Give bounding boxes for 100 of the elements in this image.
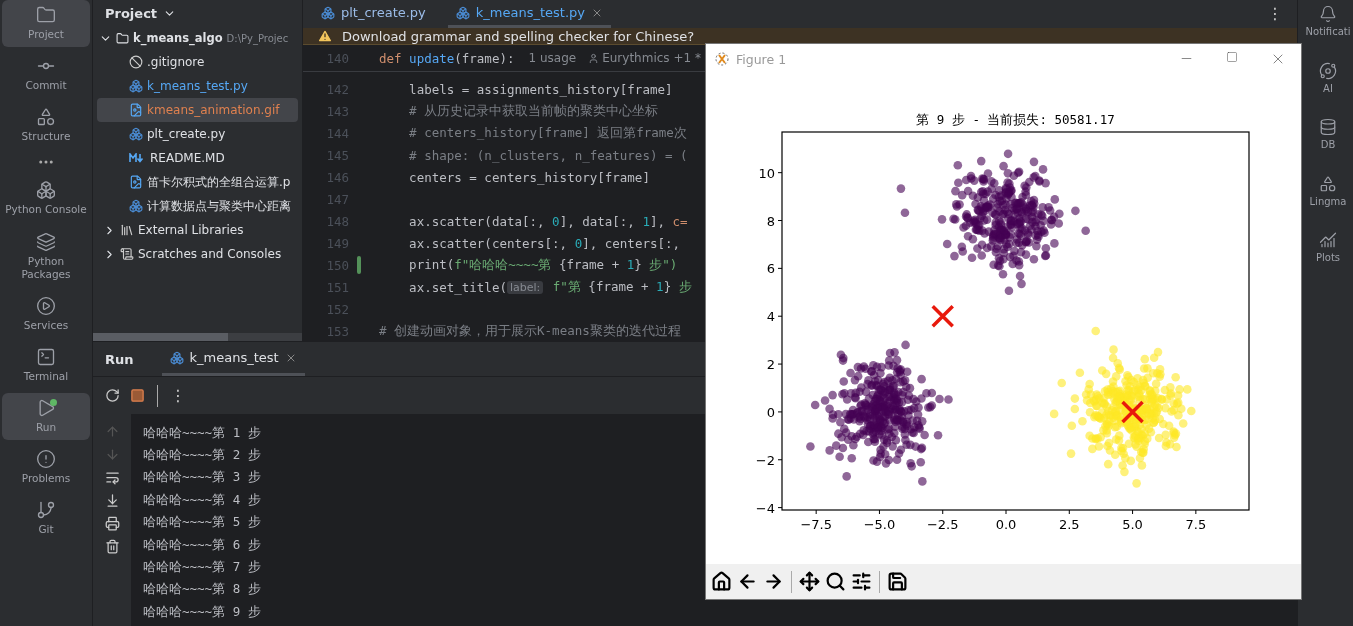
database-icon [1319, 118, 1337, 136]
tree-item[interactable]: 笛卡尔积式的全组合运算.p [97, 170, 298, 194]
more-button[interactable]: ⋮ [170, 386, 186, 405]
bell-icon [1319, 5, 1337, 23]
tree-item[interactable]: Scratches and Consoles [97, 242, 298, 266]
trash-icon[interactable] [104, 539, 120, 554]
code-text: centers = centers_history[frame] [408, 169, 650, 185]
tool-window-button[interactable]: Services [2, 290, 90, 338]
tool-window-button[interactable]: Commit [2, 51, 90, 99]
forward-icon[interactable] [763, 571, 784, 592]
tree-item[interactable]: README.MD [97, 146, 298, 170]
person-icon [588, 52, 600, 64]
home-icon[interactable] [711, 571, 732, 592]
code-text: # centers_history[frame] 返回第frame次 [408, 124, 687, 142]
x-tick-label: −7.5 [800, 517, 832, 532]
markdown-icon [129, 153, 146, 163]
shapes-icon [1319, 174, 1337, 193]
save-icon[interactable] [887, 571, 908, 592]
stop-icon[interactable] [130, 388, 145, 403]
x-tick-label: −2.5 [926, 517, 959, 532]
console-line: 哈哈哈~~~~第 4 步 [143, 490, 261, 509]
tool-window-button[interactable]: Python Console [2, 175, 90, 223]
usage-hint[interactable]: 1 usage [528, 51, 577, 65]
y-tick-label: 0 [766, 404, 775, 420]
code-text: f"第 {frame + 1} 步 [551, 278, 692, 296]
tool-window-button[interactable]: Run [2, 393, 90, 441]
terminal-icon [36, 346, 56, 367]
console-line: 哈哈哈~~~~第 7 步 [143, 558, 261, 577]
zoom-icon[interactable] [825, 571, 846, 592]
y-tick-label: 10 [758, 165, 775, 181]
chart-title: 第 9 步 - 当前损失: 50581.17 [916, 112, 1115, 127]
tool-window-button[interactable]: Git [2, 495, 90, 543]
rerun-icon[interactable] [105, 388, 120, 403]
pan-icon[interactable] [799, 571, 820, 592]
console-line: 哈哈哈~~~~第 3 步 [143, 468, 261, 487]
tree-item[interactable]: 计算数据点与聚类中心距离 [97, 194, 298, 218]
console-line: 哈哈哈~~~~第 1 步 [143, 423, 261, 442]
library-icon [120, 223, 134, 237]
maximize-icon[interactable] [1226, 51, 1238, 63]
console-line: 哈哈哈~~~~第 5 步 [143, 513, 261, 532]
more-button[interactable]: ⋮ [1267, 4, 1283, 23]
code-text: ax.scatter(data[:, 0], data[:, 1], c= [408, 213, 688, 229]
console-line: 哈哈哈~~~~第 8 步 [143, 580, 261, 599]
center-marker [1120, 400, 1145, 424]
tree-item[interactable]: k_means_test.py [97, 74, 298, 98]
panel-title[interactable]: Run [105, 351, 134, 367]
back-icon[interactable] [737, 571, 758, 592]
scratch-icon [120, 247, 134, 261]
ignore-icon [129, 55, 143, 69]
window-title: Figure 1 [736, 51, 787, 67]
structure-icon [36, 107, 56, 128]
folder-icon [116, 31, 129, 45]
code-text: # shape: (n_clusters, n_features) = ( [408, 147, 688, 163]
sliders-icon[interactable] [851, 571, 872, 592]
y-tick-label: 2 [766, 357, 775, 373]
tool-window-button[interactable]: Problems [2, 444, 90, 492]
tool-window-button[interactable]: Terminal [2, 341, 90, 389]
x-tick-label: 0.0 [995, 517, 1017, 532]
y-tick-label: 6 [766, 261, 775, 277]
tree-item[interactable]: .gitignore [97, 50, 298, 74]
tool-window-button[interactable]: Project [2, 0, 90, 48]
tool-window-button[interactable]: AI [1303, 56, 1353, 101]
tool-window-button[interactable]: Python Packages [2, 226, 90, 287]
code-text: print(f"哈哈哈~~~~第 {frame + 1} 步") [408, 256, 678, 274]
tool-window-button[interactable]: Structure [2, 102, 90, 150]
tree-item[interactable]: plt_create.py [97, 122, 298, 146]
scrollbar-thumb[interactable] [93, 333, 228, 341]
code-text: def update(frame): [379, 50, 515, 66]
branch-icon [36, 500, 56, 521]
tool-window-button[interactable]: Lingma [1303, 169, 1353, 214]
tree-item[interactable]: kmeans_animation.gif [97, 98, 298, 122]
console-line: 哈哈哈~~~~第 9 步 [143, 602, 261, 621]
app-icon [714, 51, 730, 67]
x-tick-label: 2.5 [1058, 517, 1080, 532]
play-circle-icon [36, 295, 56, 316]
author-hint[interactable]: Eurythmics +1 * [602, 51, 701, 65]
print-icon[interactable] [104, 516, 120, 531]
tool-window-button[interactable]: Notificati [1303, 0, 1353, 45]
y-tick-label: 8 [766, 213, 775, 229]
tree-item[interactable]: External Libraries [97, 218, 298, 242]
y-tick-label: −2 [755, 452, 775, 468]
chart-icon [1319, 231, 1337, 249]
tool-window-button[interactable]: Plots [1303, 226, 1353, 271]
center-marker [931, 304, 955, 328]
editor-tab[interactable]: plt_create.py [313, 0, 434, 28]
code-text: # 从历史记录中获取当前帧的聚类中心坐标 [408, 102, 659, 120]
folder-icon [36, 5, 56, 25]
parameter-hint: label: [506, 280, 544, 294]
image-icon [129, 175, 143, 189]
console-line: 哈哈哈~~~~第 2 步 [143, 446, 261, 465]
panel-title[interactable]: Project [105, 5, 158, 21]
x-tick-label: −5.0 [863, 517, 896, 532]
tool-window-button[interactable]: DB [1303, 113, 1353, 158]
tree-item[interactable]: k_means_algo D:\Py_Projec [97, 26, 298, 50]
y-tick-label: 4 [766, 309, 775, 325]
x-tick-label: 7.5 [1185, 517, 1207, 532]
code-text: ax.scatter(centers[:, 0], centers[:, [408, 235, 681, 251]
wrap-icon[interactable] [104, 470, 120, 485]
spiral-icon [1319, 61, 1337, 80]
banner-text: Download grammar and spelling checker for Chinese? [342, 28, 695, 44]
